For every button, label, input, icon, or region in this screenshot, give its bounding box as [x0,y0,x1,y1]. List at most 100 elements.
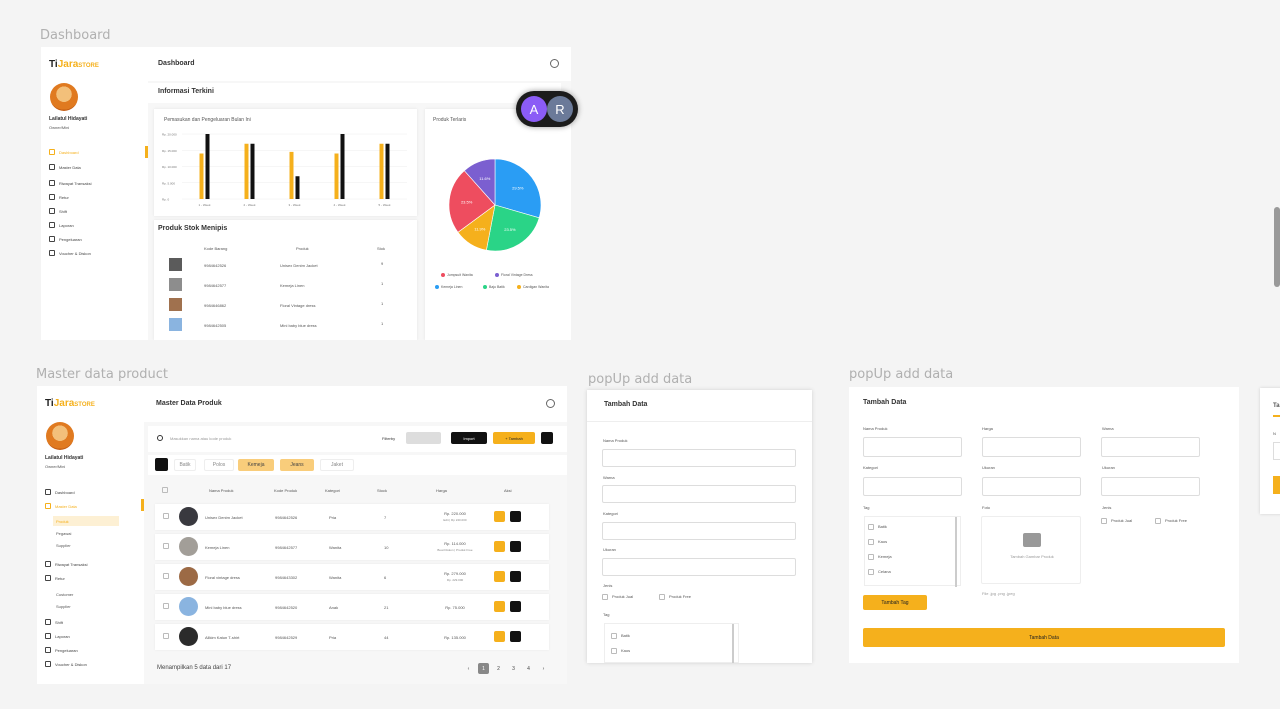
chip-batik[interactable]: Batik [174,459,196,471]
subnav-produk[interactable]: Produk [56,519,69,524]
jenis-produk-jual[interactable]: Produk Jual [1101,518,1132,524]
page-button[interactable]: 3 [508,663,519,674]
photo-upload[interactable]: Tambah Gambar Produk [981,516,1081,584]
scrollbar[interactable] [955,517,957,587]
submit-button[interactable]: Tambah Data [863,628,1225,647]
table-row[interactable]: Unisex Denim Jacket 9984642526 Pria 7 Rp… [155,504,549,530]
jenis-produk-jual[interactable]: Produk Jual [602,594,633,600]
nav-master-data[interactable]: Master Data [45,503,77,509]
chip-kemeja[interactable]: Kemeja [238,459,274,471]
warna-field[interactable] [1101,437,1200,457]
page-button[interactable]: 2 [493,663,504,674]
checkbox[interactable] [868,554,874,560]
delete-icon[interactable] [510,631,521,642]
refresh-icon[interactable] [541,432,553,444]
tag-batik[interactable]: Batik [611,633,630,639]
table-row[interactable]: Mini baby blue dress 9984642520 Anak 21 … [155,594,549,620]
table-row[interactable]: Kemeja Linen 9984642577 Wanita 10 Rp. 11… [155,534,549,560]
row-checkbox[interactable] [163,633,169,639]
subnav-supplier[interactable]: Supplier [56,543,71,548]
ukuran-field[interactable] [982,477,1081,496]
collaborator-avatar-r[interactable]: R [547,96,573,122]
row-checkbox[interactable] [163,543,169,549]
nav-shift[interactable]: Shift [49,208,67,214]
nav-retur[interactable]: Retur [45,575,65,581]
kategori-field[interactable] [602,522,796,540]
nav-voucher[interactable]: Voucher & Diskon [49,250,91,256]
delete-icon[interactable] [510,571,521,582]
edit-icon[interactable] [494,571,505,582]
jenis-produk-free[interactable]: Produk Free [1155,518,1187,524]
row-checkbox[interactable] [163,573,169,579]
nav-laporan[interactable]: Laporan [45,633,70,639]
chip-polos[interactable]: Polos [204,459,234,471]
nav-riwayat[interactable]: Riwayat Transaksi [49,180,91,186]
nav-riwayat[interactable]: Riwayat Transaksi [45,561,87,567]
chip-jeans[interactable]: Jeans [280,459,314,471]
checkbox[interactable] [602,594,608,600]
edit-icon[interactable] [494,541,505,552]
delete-icon[interactable] [510,541,521,552]
tag-celana[interactable]: Celana [868,569,891,575]
nav-master-data[interactable]: Master Data [49,164,81,170]
gear-icon[interactable] [546,399,555,408]
import-button[interactable]: Import [451,432,487,444]
checkbox[interactable] [868,569,874,575]
nama-produk-field[interactable] [863,437,962,457]
subnav-customer[interactable]: Customer [56,592,73,597]
row-checkbox[interactable] [163,603,169,609]
ukuran-field[interactable] [602,558,796,576]
next-page-button[interactable]: › [538,663,549,674]
harga-field[interactable] [982,437,1081,457]
nav-pengeluaran[interactable]: Pengeluaran [45,647,78,653]
nav-pengeluaran[interactable]: Pengeluaran [49,236,82,242]
page-scrollbar[interactable] [1274,207,1280,287]
checkbox[interactable] [611,633,617,639]
tag-kaos[interactable]: Kaos [611,648,630,654]
table-row[interactable]: Allkim Katun T-shirt 9984642529 Pria 44 … [155,624,549,650]
nav-laporan[interactable]: Laporan [49,222,74,228]
prev-page-button[interactable]: ‹ [463,663,474,674]
delete-icon[interactable] [510,511,521,522]
filter-select[interactable] [406,432,441,444]
nav-dashboard[interactable]: Dashboard [49,149,79,155]
row-checkbox[interactable] [163,513,169,519]
ukuran-field-2[interactable] [1101,477,1200,496]
nav-shift[interactable]: Shift [45,619,63,625]
edit-icon[interactable] [494,631,505,642]
gear-icon[interactable] [550,59,559,68]
tag-kaos[interactable]: Kaos [868,539,887,545]
checkbox[interactable] [868,539,874,545]
checkbox[interactable] [611,648,617,654]
tag-kemeja[interactable]: Kemeja [868,554,892,560]
subnav-supplier-retur[interactable]: Supplier [56,604,71,609]
edit-icon[interactable] [494,601,505,612]
warna-field[interactable] [602,485,796,503]
search-icon[interactable] [155,458,168,471]
edit-icon[interactable] [494,511,505,522]
checkbox[interactable] [1101,518,1107,524]
nama-produk-field[interactable] [602,449,796,467]
nav-dashboard[interactable]: Dashboard [45,489,75,495]
partial-field[interactable] [1273,442,1280,460]
select-all-checkbox[interactable] [162,487,168,493]
nav-retur[interactable]: Retur [49,194,69,200]
scrollbar[interactable] [732,624,734,663]
tag-batik[interactable]: Batik [868,524,887,530]
checkbox[interactable] [1155,518,1161,524]
partial-button[interactable] [1273,476,1280,494]
chip-jaket[interactable]: Jaket [320,459,354,471]
jenis-produk-free[interactable]: Produk Free [659,594,691,600]
add-button[interactable]: + Tambah [493,432,535,444]
nav-voucher[interactable]: Voucher & Diskon [45,661,87,667]
collaborator-avatar-a[interactable]: A [521,96,547,122]
page-button[interactable]: 1 [478,663,489,674]
checkbox[interactable] [868,524,874,530]
search-input[interactable]: Masukkan nama atau kode produk [170,436,231,441]
kategori-field[interactable] [863,477,962,496]
page-button[interactable]: 4 [523,663,534,674]
add-tag-button[interactable]: Tambah Tag [863,595,927,610]
subnav-pegawai[interactable]: Pegawai [56,531,71,536]
delete-icon[interactable] [510,601,521,612]
table-row[interactable]: Floral vintage dress 9984643302 Wanita 6… [155,564,549,590]
